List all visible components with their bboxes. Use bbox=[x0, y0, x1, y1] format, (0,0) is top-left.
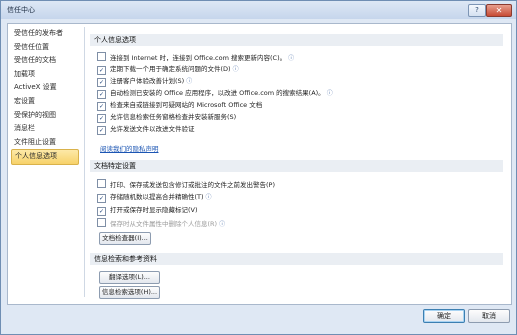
option-row[interactable]: ✓ 允许发送文件以改进文件验证 bbox=[97, 124, 195, 135]
privacy-statement-link[interactable]: 阅读我们的隐私声明 bbox=[100, 143, 159, 153]
info-icon: ⓘ bbox=[232, 66, 239, 73]
option-row[interactable]: ✓ 注册客户体验改善计划(S) ⓘ bbox=[97, 76, 193, 87]
checkbox[interactable]: ✓ bbox=[97, 66, 106, 75]
option-label: 打印、保存或发送包含修订或批注的文件之前发出警告(P) bbox=[110, 181, 275, 189]
checkbox[interactable]: ✓ bbox=[97, 90, 106, 99]
help-icon[interactable]: ? bbox=[468, 4, 486, 17]
ok-button[interactable]: 确定 bbox=[423, 309, 465, 323]
sidebar-item-trusted-documents[interactable]: 受信任的文档 bbox=[11, 54, 79, 68]
option-label: 定期下载一个用于确定系统问题的文件(D) bbox=[110, 65, 231, 73]
option-label: 连接到 Internet 时，连接到 Office.com 搜索更新内容(C)。 bbox=[110, 54, 287, 62]
option-row[interactable]: ✓ 允许信息检索任务窗格检查并安装新服务(S) bbox=[97, 112, 237, 123]
option-label: 允许发送文件以改进文件验证 bbox=[110, 125, 195, 133]
option-row[interactable]: 打印、保存或发送包含修订或批注的文件之前发出警告(P) bbox=[97, 179, 275, 189]
option-row[interactable]: 连接到 Internet 时，连接到 Office.com 搜索更新内容(C)。… bbox=[97, 52, 294, 62]
option-label: 存储随机数以提高合并精确性(T) bbox=[110, 193, 204, 201]
option-label: 打开或保存时显示隐藏标记(V) bbox=[110, 206, 198, 214]
sidebar-item-macro[interactable]: 宏设置 bbox=[11, 95, 79, 109]
sidebar-divider bbox=[84, 27, 85, 297]
document-inspector-button[interactable]: 文档检查器(I)... bbox=[99, 232, 151, 245]
sidebar-item-trusted-locations[interactable]: 受信任位置 bbox=[11, 41, 79, 55]
translation-options-button[interactable]: 翻译选项(L)... bbox=[99, 271, 160, 284]
sidebar-item-message-bar[interactable]: 消息栏 bbox=[11, 122, 79, 136]
checkbox[interactable]: ✓ bbox=[97, 114, 106, 123]
close-icon[interactable]: ✕ bbox=[486, 4, 512, 17]
sidebar-item-file-block[interactable]: 文件阻止设置 bbox=[11, 136, 79, 150]
checkbox[interactable]: ✓ bbox=[97, 102, 106, 111]
sidebar-item-activex[interactable]: ActiveX 设置 bbox=[11, 81, 79, 95]
option-row[interactable]: ✓ 定期下载一个用于确定系统问题的文件(D) ⓘ bbox=[97, 64, 239, 75]
settings-pane: 个人信息选项 连接到 Internet 时，连接到 Office.com 搜索更… bbox=[90, 27, 503, 299]
option-label: 检查来自或链接到可疑网站的 Microsoft Office 文档 bbox=[110, 101, 263, 109]
option-label: 注册客户体验改善计划(S) bbox=[110, 77, 185, 85]
section-header-personal: 个人信息选项 bbox=[90, 34, 503, 46]
option-row[interactable]: ✓ 自动检测已安装的 Office 应用程序，以改进 Office.com 的搜索… bbox=[97, 88, 333, 99]
checkbox bbox=[97, 218, 106, 227]
checkbox[interactable]: ✓ bbox=[97, 207, 106, 216]
option-row-disabled: 保存时从文件属性中删除个人信息(R) ⓘ bbox=[97, 218, 225, 228]
window-title: 信任中心 bbox=[7, 6, 35, 14]
info-icon: ⓘ bbox=[186, 78, 193, 85]
cancel-button[interactable]: 取消 bbox=[468, 309, 510, 323]
sidebar-item-privacy-options[interactable]: 个人信息选项 bbox=[11, 149, 79, 165]
checkbox[interactable]: ✓ bbox=[97, 78, 106, 87]
option-label: 自动检测已安装的 Office 应用程序，以改进 Office.com 的搜索结… bbox=[110, 89, 325, 97]
research-options-button[interactable]: 信息检索选项(H)... bbox=[99, 286, 160, 299]
option-label: 允许信息检索任务窗格检查并安装新服务(S) bbox=[110, 113, 237, 121]
sidebar-item-trusted-publishers[interactable]: 受信任的发布者 bbox=[11, 27, 79, 41]
section-header-document: 文档特定设置 bbox=[90, 160, 503, 172]
option-label: 保存时从文件属性中删除个人信息(R) bbox=[110, 220, 218, 228]
info-icon: ⓘ bbox=[219, 221, 226, 228]
option-row[interactable]: ✓ 打开或保存时显示隐藏标记(V) bbox=[97, 205, 198, 216]
sidebar: 受信任的发布者 受信任位置 受信任的文档 加载项 ActiveX 设置 宏设置 … bbox=[11, 27, 79, 295]
info-icon: ⓘ bbox=[288, 55, 295, 62]
sidebar-item-addins[interactable]: 加载项 bbox=[11, 68, 79, 82]
checkbox[interactable] bbox=[97, 179, 106, 188]
info-icon: ⓘ bbox=[205, 194, 212, 201]
title-bar: 信任中心 ? ✕ bbox=[1, 1, 516, 19]
checkbox[interactable]: ✓ bbox=[97, 126, 106, 135]
option-row[interactable]: ✓ 存储随机数以提高合并精确性(T) ⓘ bbox=[97, 192, 212, 203]
sidebar-item-protected-view[interactable]: 受保护的视图 bbox=[11, 109, 79, 123]
checkbox[interactable] bbox=[97, 52, 106, 61]
section-header-research: 信息检索和参考资料 bbox=[90, 253, 503, 265]
checkbox[interactable]: ✓ bbox=[97, 194, 106, 203]
option-row[interactable]: ✓ 检查来自或链接到可疑网站的 Microsoft Office 文档 bbox=[97, 100, 263, 111]
info-icon: ⓘ bbox=[326, 90, 333, 97]
trust-center-dialog: 信任中心 ? ✕ 受信任的发布者 受信任位置 受信任的文档 加载项 Active… bbox=[0, 0, 517, 335]
